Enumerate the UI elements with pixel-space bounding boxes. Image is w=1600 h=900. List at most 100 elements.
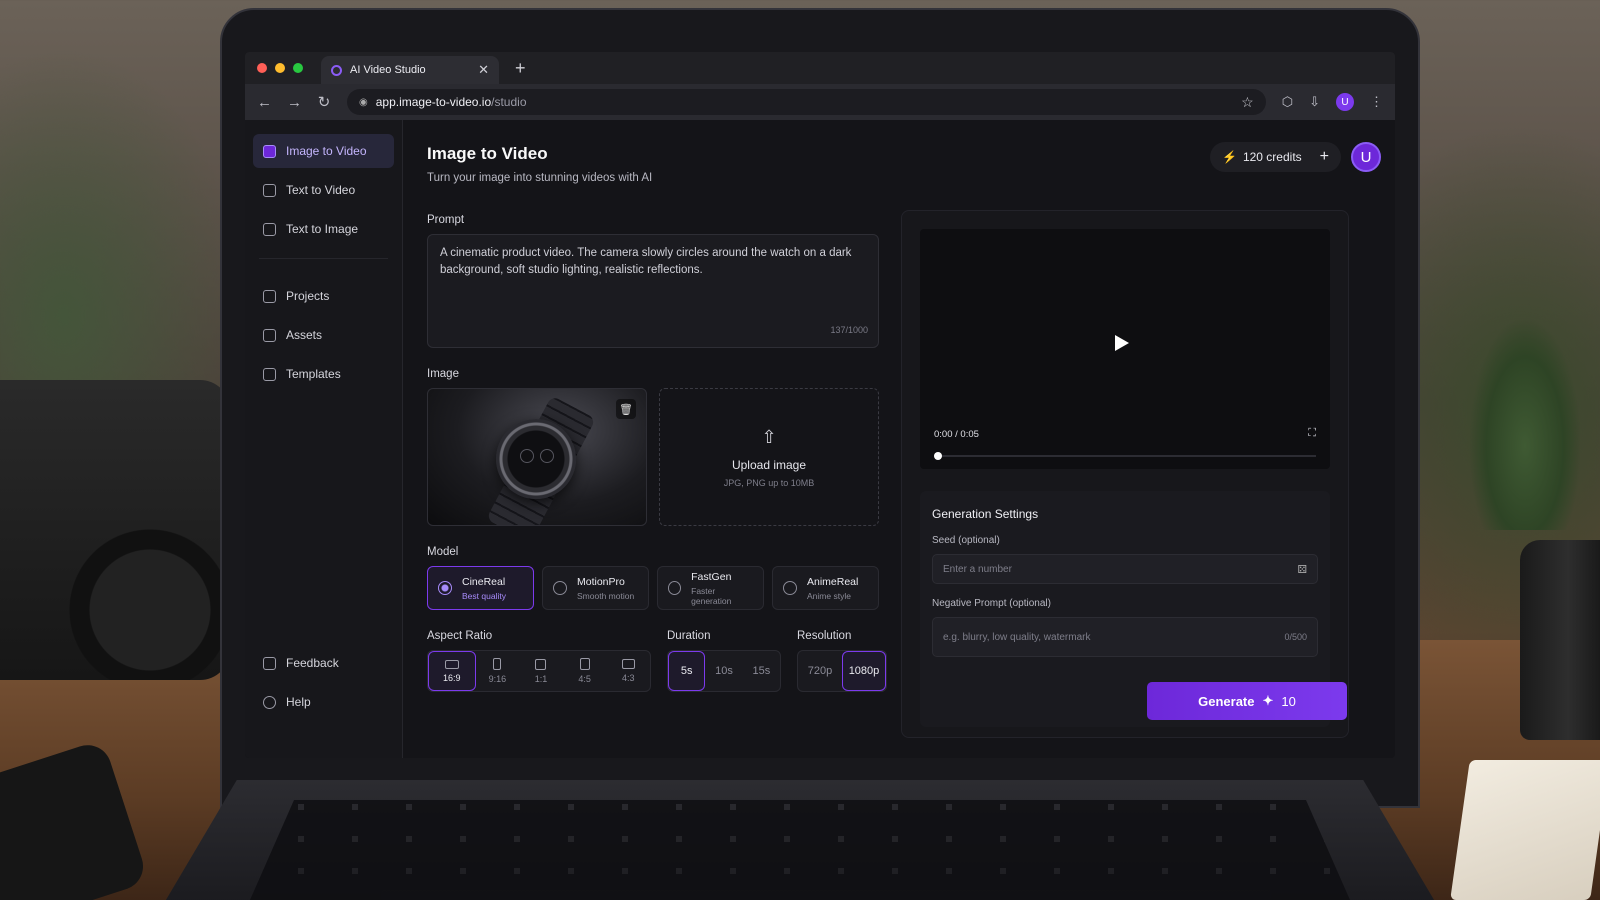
browser-menu-icon[interactable]: ⋮ [1370, 94, 1383, 110]
generate-cost: 10 [1281, 693, 1296, 709]
model-option-fastgen[interactable]: FastGen Faster generation [657, 566, 764, 610]
aspect-option-1-1[interactable]: 1:1 [519, 651, 563, 691]
resolution-option-720p[interactable]: 720p [798, 651, 842, 691]
duration-group: Duration 5s 10s 15s [667, 630, 781, 692]
sidebar-item-text-to-image[interactable]: Text to Image [253, 212, 394, 246]
new-tab-icon[interactable]: + [515, 58, 526, 79]
sidebar-item-assets[interactable]: Assets [253, 318, 394, 352]
aspect-option-4-3[interactable]: 4:3 [606, 651, 650, 691]
negative-prompt-placeholder: e.g. blurry, low quality, watermark [943, 631, 1091, 643]
dice-icon[interactable]: ⚄ [1297, 563, 1307, 576]
sidebar-item-projects[interactable]: Projects [253, 279, 394, 313]
resolution-selector: 720p 1080p [797, 650, 887, 692]
aspect-ratio-label: Aspect Ratio [427, 630, 493, 642]
image-row: 🗑 ⇧ Upload image JPG, PNG up to 10MB [427, 388, 879, 526]
video-player[interactable]: 0:00 / 0:05 ⛶ [920, 229, 1330, 469]
sidebar-divider [259, 258, 388, 259]
aspect-ratio-group: Aspect Ratio 16:9 9:16 1:1 4:5 4:3 [427, 630, 651, 692]
aspect-option-label: 1:1 [534, 673, 548, 684]
play-icon[interactable] [1115, 335, 1129, 351]
model-name: MotionPro [577, 575, 625, 588]
upload-dropzone[interactable]: ⇧ Upload image JPG, PNG up to 10MB [659, 388, 879, 526]
fullscreen-icon[interactable]: ⛶ [1308, 427, 1316, 440]
laptop-keys [250, 800, 1350, 900]
duration-option-15s[interactable]: 15s [743, 651, 780, 691]
sidebar-item-help[interactable]: Help [253, 685, 394, 719]
prompt-label: Prompt [427, 214, 465, 226]
prompt-text: A cinematic product video. The camera sl… [440, 247, 852, 276]
minimize-window-button[interactable] [275, 63, 285, 73]
seed-input[interactable]: Enter a number ⚄ [932, 554, 1318, 584]
close-tab-icon[interactable]: ✕ [478, 62, 489, 78]
assets-icon [263, 328, 276, 342]
model-option-motionpro[interactable]: MotionPro Smooth motion [542, 566, 649, 610]
model-desc: Best quality [462, 590, 506, 601]
seed-placeholder: Enter a number [943, 563, 1012, 575]
main-content: Image to Video Turn your image into stun… [403, 120, 1395, 758]
negative-prompt-counter: 0/500 [1284, 632, 1307, 642]
preview-panel: 0:00 / 0:05 ⛶ Generation Settings Seed (… [901, 210, 1349, 738]
aspect-option-label: 4:3 [621, 673, 635, 683]
tab-favicon-icon [331, 64, 342, 76]
browser-profile-avatar[interactable]: U [1336, 93, 1354, 111]
credits-badge[interactable]: ⚡ 120 credits + [1210, 142, 1341, 172]
credits-count: 120 credits [1242, 150, 1302, 164]
user-avatar[interactable]: U [1351, 142, 1381, 172]
site-info-icon[interactable]: ◉ [359, 97, 368, 108]
upload-title: Upload image [731, 457, 807, 472]
image-label: Image [427, 368, 459, 380]
back-arrow-icon[interactable]: ← [257, 94, 272, 111]
duration-option-5s[interactable]: 5s [668, 651, 706, 691]
video-progress-bar[interactable] [934, 452, 1316, 460]
extensions-icon[interactable]: ⬡ [1282, 94, 1293, 110]
duration-selector: 5s 10s 15s [667, 650, 781, 692]
radio-icon [783, 581, 797, 595]
reload-icon[interactable]: ↻ [317, 93, 331, 111]
url-host: app.image-to-video.io [375, 95, 492, 109]
forward-arrow-icon[interactable]: → [287, 94, 302, 111]
video-time: 0:00 / 0:05 [934, 429, 979, 440]
sidebar-item-label: Help [286, 695, 311, 709]
aspect-option-4-5[interactable]: 4:5 [563, 651, 607, 691]
uploaded-image-thumbnail[interactable]: 🗑 [427, 388, 647, 526]
model-name: CineReal [462, 575, 506, 588]
sidebar-item-text-to-video[interactable]: Text to Video [253, 173, 394, 207]
trash-icon[interactable]: 🗑 [616, 399, 636, 419]
add-credits-icon[interactable]: + [1320, 148, 1329, 166]
chat-bubble-icon [263, 656, 276, 670]
background-notebook [1450, 760, 1600, 900]
tab-title: AI Video Studio [350, 64, 426, 76]
bookmark-star-icon[interactable]: ☆ [1241, 94, 1254, 111]
aspect-option-16-9[interactable]: 16:9 [428, 651, 476, 691]
sidebar-item-image-to-video[interactable]: Image to Video [253, 134, 394, 168]
text-video-icon [263, 183, 276, 197]
close-window-button[interactable] [257, 63, 267, 73]
maximize-window-button[interactable] [293, 63, 303, 73]
model-name: AnimeReal [807, 575, 859, 588]
model-selector: CineReal Best quality MotionPro Smooth m… [427, 566, 879, 610]
duration-option-10s[interactable]: 10s [705, 651, 742, 691]
model-option-animereal[interactable]: AnimeReal Anime style [772, 566, 879, 610]
text-image-icon [263, 222, 276, 236]
sidebar-item-templates[interactable]: Templates [253, 357, 394, 391]
model-option-cinereal[interactable]: CineReal Best quality [427, 566, 534, 610]
download-icon[interactable]: ⇩ [1309, 94, 1320, 110]
generate-button[interactable]: Generate ✦ 10 [1147, 682, 1347, 720]
url-path: /studio [491, 95, 527, 109]
prompt-textarea[interactable]: A cinematic product video. The camera sl… [427, 234, 879, 348]
browser-tab[interactable]: AI Video Studio ✕ [321, 56, 499, 84]
address-bar[interactable]: ◉ app.image-to-video.io/studio ☆ [347, 89, 1266, 115]
options-row: Aspect Ratio 16:9 9:16 1:1 4:5 4:3 Durat… [427, 630, 887, 692]
resolution-option-1080p[interactable]: 1080p [841, 651, 886, 691]
help-icon [263, 695, 276, 709]
video-progress-knob[interactable] [934, 452, 942, 460]
sidebar-item-label: Projects [286, 289, 330, 303]
browser-tabbar: AI Video Studio ✕ + [245, 52, 1395, 84]
sidebar-item-label: Assets [286, 328, 323, 342]
upload-hint: JPG, PNG up to 10MB [723, 477, 815, 488]
model-desc: Smooth motion [577, 590, 635, 601]
aspect-option-9-16[interactable]: 9:16 [476, 651, 520, 691]
sidebar-item-feedback[interactable]: Feedback [253, 646, 394, 680]
negative-prompt-input[interactable]: e.g. blurry, low quality, watermark 0/50… [932, 617, 1318, 657]
sidebar: Image to Video Text to Video Text to Ima… [245, 120, 403, 758]
